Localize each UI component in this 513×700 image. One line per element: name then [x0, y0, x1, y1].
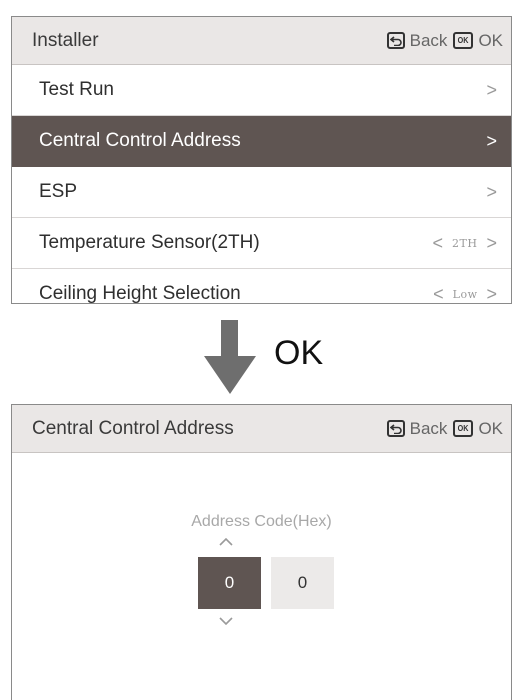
installer-screen: Installer Back OK OK Test Run > Central …: [11, 16, 512, 304]
chevron-left-icon[interactable]: <: [433, 284, 444, 304]
value-selector: < 2TH >: [433, 233, 497, 254]
ok-key-icon: OK: [453, 420, 474, 437]
address-header: Central Control Address Back OK OK: [12, 405, 511, 453]
ok-key-text: OK: [458, 35, 469, 45]
ok-key-text: OK: [458, 423, 469, 433]
menu-item-label: Test Run: [39, 79, 114, 100]
ok-key-icon: OK: [453, 32, 474, 49]
selector-value: 2TH: [452, 236, 478, 250]
menu-item-label: ESP: [39, 181, 78, 202]
menu-item-label: Ceiling Height Selection: [39, 283, 241, 304]
address-digit-low[interactable]: 0: [271, 557, 334, 609]
value-selector: < Low >: [433, 284, 497, 304]
header-actions: Back OK OK: [386, 418, 503, 439]
chevron-right-icon[interactable]: >: [486, 233, 497, 254]
central-control-address-screen: Central Control Address Back OK OK Addre…: [11, 404, 512, 700]
page-title: Central Control Address: [32, 417, 234, 439]
back-return-icon: [386, 420, 405, 437]
header-actions: Back OK OK: [386, 30, 503, 51]
ok-label: OK: [478, 418, 503, 438]
menu-item-esp[interactable]: ESP >: [12, 167, 511, 218]
arrow-head: [204, 356, 256, 394]
transition-arrow: OK: [204, 320, 364, 396]
chevron-down-icon[interactable]: [219, 617, 233, 625]
menu-item-temperature-sensor[interactable]: Temperature Sensor(2TH) < 2TH >: [12, 218, 511, 269]
menu-item-central-control-address[interactable]: Central Control Address >: [12, 116, 511, 167]
menu-item-label: Central Control Address: [39, 130, 241, 151]
address-digit-high[interactable]: 0: [198, 557, 261, 609]
ok-button[interactable]: OK OK: [453, 419, 503, 439]
back-label: Back: [409, 30, 448, 50]
installer-menu: Test Run > Central Control Address > ESP…: [12, 65, 511, 304]
page-title: Installer: [32, 29, 99, 51]
ok-label: OK: [478, 30, 503, 50]
chevron-right-icon: >: [486, 79, 497, 100]
chevron-right-icon: >: [486, 181, 497, 202]
ok-button[interactable]: OK OK: [453, 31, 503, 51]
menu-item-label: Temperature Sensor(2TH): [39, 232, 260, 253]
back-button[interactable]: Back: [386, 418, 448, 439]
menu-item-ceiling-height[interactable]: Ceiling Height Selection < Low >: [12, 269, 511, 304]
selector-value: Low: [452, 287, 478, 301]
back-return-icon: [386, 32, 405, 49]
arrow-down-icon: [221, 320, 238, 356]
installer-header: Installer Back OK OK: [12, 17, 511, 65]
chevron-up-icon[interactable]: [219, 538, 233, 546]
back-button[interactable]: Back: [386, 30, 448, 51]
transition-label: OK: [274, 334, 324, 372]
chevron-right-icon: >: [486, 130, 497, 151]
address-code-label: Address Code(Hex): [191, 513, 332, 530]
chevron-right-icon[interactable]: >: [486, 284, 497, 304]
back-label: Back: [409, 418, 448, 438]
menu-item-test-run[interactable]: Test Run >: [12, 65, 511, 116]
chevron-left-icon[interactable]: <: [433, 233, 444, 254]
